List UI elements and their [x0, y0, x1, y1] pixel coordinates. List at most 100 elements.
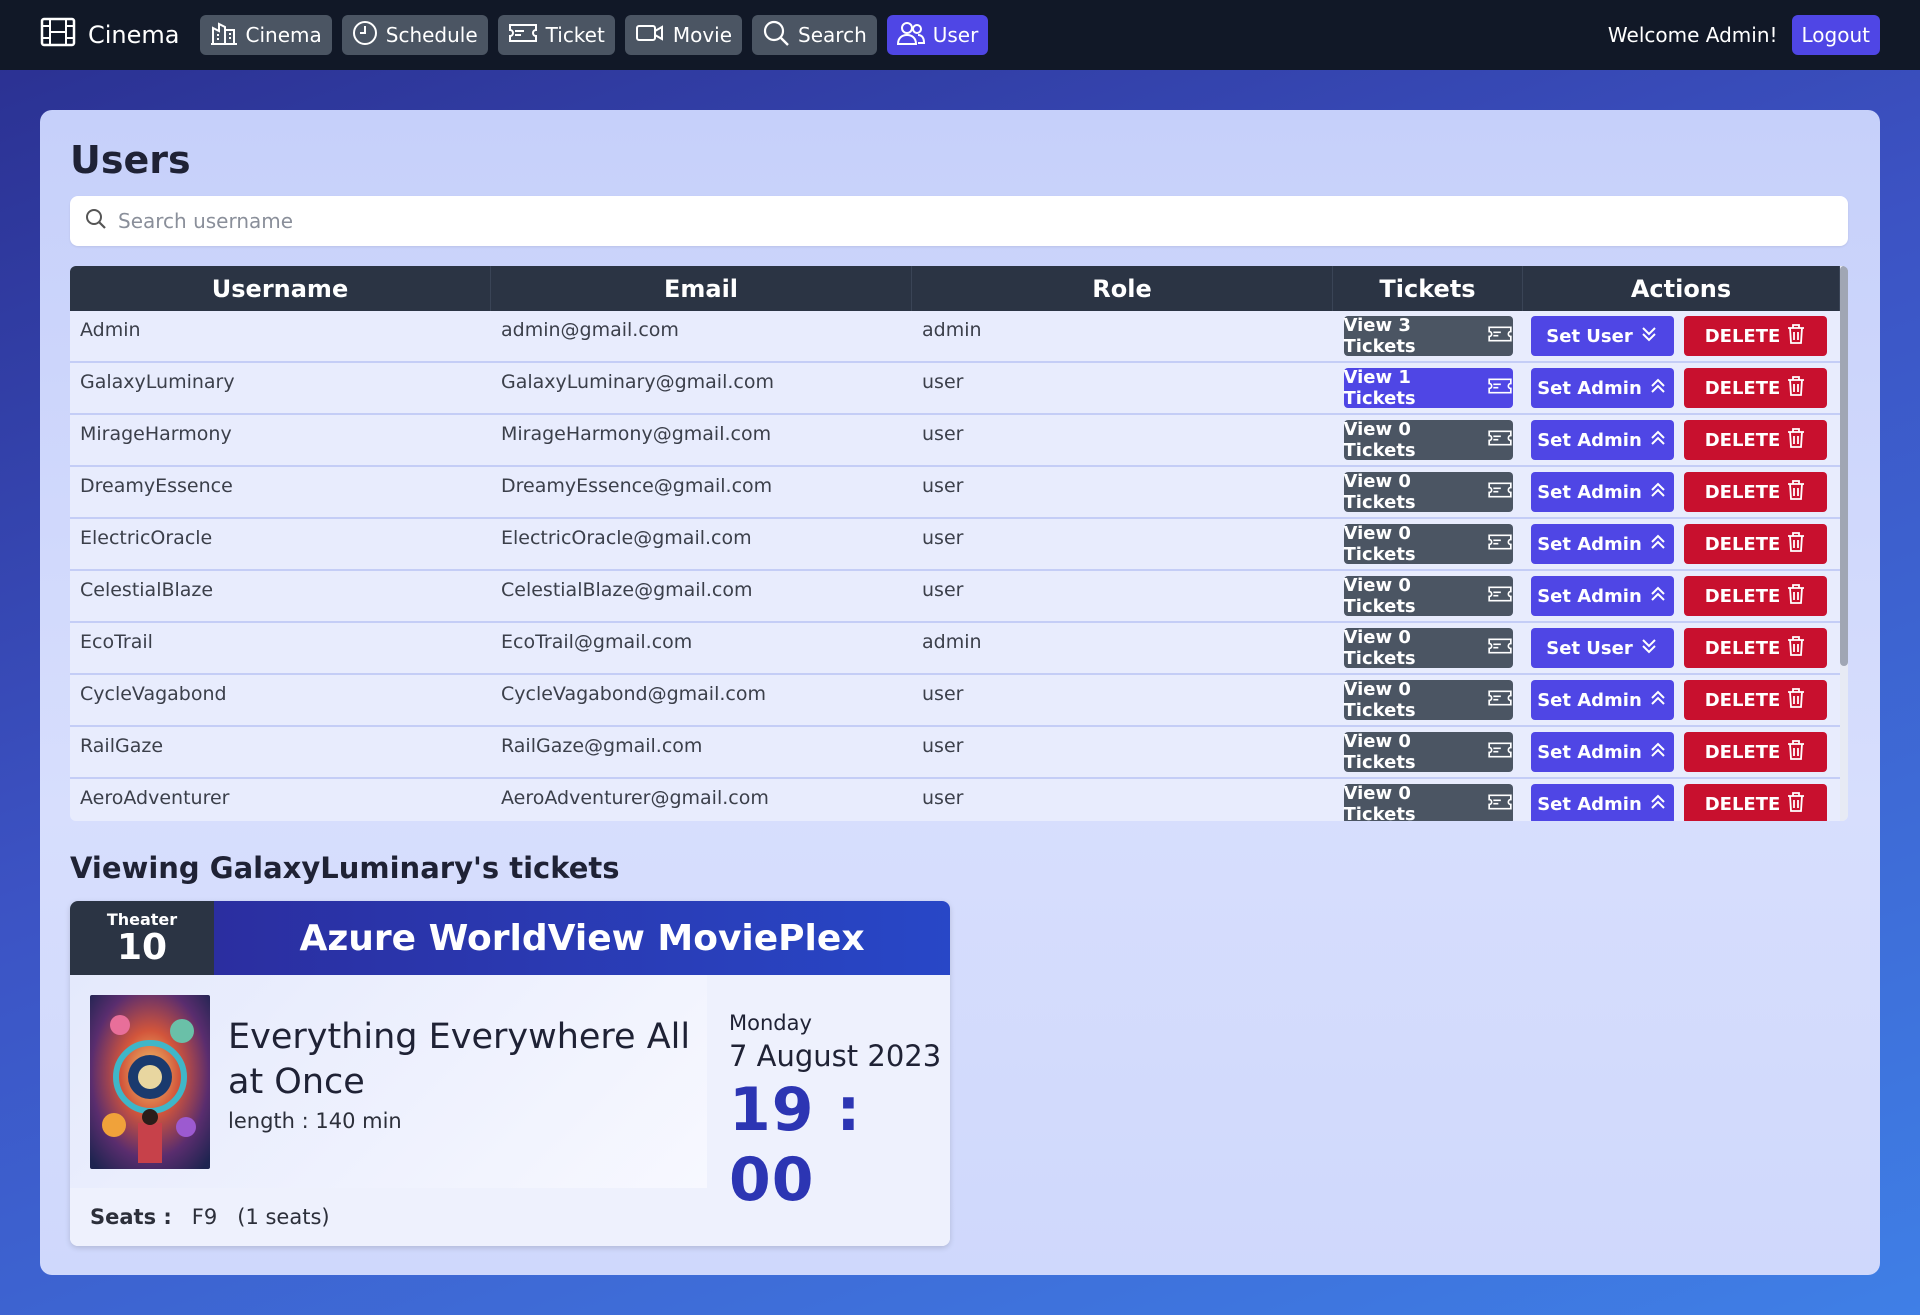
- welcome-text: Welcome Admin!: [1607, 23, 1778, 47]
- nav-movie[interactable]: Movie: [624, 15, 743, 55]
- cell-actions: Set Admin DELETE: [1523, 363, 1840, 413]
- view-tickets-button[interactable]: View 0 Tickets: [1343, 627, 1513, 669]
- nav-cinema[interactable]: Cinema: [199, 15, 332, 55]
- column-header-email: Email: [491, 266, 912, 311]
- showtime-section: Monday 7 August 2023 19 : 00: [707, 975, 950, 1215]
- nav-user[interactable]: User: [886, 15, 989, 55]
- ticket-icon: [1487, 324, 1513, 349]
- view-tickets-button[interactable]: View 0 Tickets: [1343, 783, 1513, 821]
- view-tickets-button[interactable]: View 0 Tickets: [1343, 575, 1513, 617]
- set-admin-button[interactable]: Set Admin: [1531, 732, 1674, 772]
- table-row: EcoTrail EcoTrail@gmail.com admin View 0 Ti…: [70, 623, 1848, 675]
- chevrons-up-icon: [1648, 584, 1668, 609]
- ticket-icon: [1487, 636, 1513, 661]
- logout-button[interactable]: Logout: [1791, 15, 1880, 55]
- view-tickets-button[interactable]: View 0 Tickets: [1343, 419, 1513, 461]
- set-admin-button[interactable]: Set Admin: [1531, 420, 1674, 460]
- table-row: RailGaze RailGaze@gmail.com user View 0 Tic…: [70, 727, 1848, 779]
- delete-label: DELETE: [1704, 533, 1781, 555]
- cell-tickets: View 0 Tickets: [1333, 623, 1523, 673]
- cell-role: user: [922, 371, 964, 393]
- set-admin-button[interactable]: Set Admin: [1531, 784, 1674, 821]
- set-admin-button[interactable]: Set Admin: [1531, 680, 1674, 720]
- delete-button[interactable]: DELETE: [1684, 420, 1827, 460]
- view-tickets-button[interactable]: View 1 Tickets: [1343, 367, 1513, 409]
- cell-tickets: View 0 Tickets: [1333, 571, 1523, 621]
- cell-actions: Set Admin DELETE: [1523, 675, 1840, 725]
- brand[interactable]: Cinema: [40, 17, 180, 53]
- trash-icon: [1786, 531, 1806, 558]
- delete-button[interactable]: DELETE: [1684, 316, 1827, 356]
- delete-button[interactable]: DELETE: [1684, 524, 1827, 564]
- show-date: 7 August 2023: [729, 1039, 942, 1073]
- delete-button[interactable]: DELETE: [1684, 628, 1827, 668]
- delete-label: DELETE: [1704, 429, 1781, 451]
- view-tickets-label: View 0 Tickets: [1343, 575, 1416, 617]
- view-tickets-button[interactable]: View 0 Tickets: [1343, 471, 1513, 513]
- view-tickets-label: View 0 Tickets: [1343, 419, 1416, 461]
- set-admin-button[interactable]: Set Admin: [1531, 576, 1674, 616]
- cell-actions: Set Admin DELETE: [1523, 519, 1840, 569]
- set-user-button[interactable]: Set User: [1531, 316, 1674, 356]
- table-row: CelestialBlaze CelestialBlaze@gmail.com us…: [70, 571, 1848, 623]
- search-box[interactable]: [70, 196, 1848, 246]
- table-row: MirageHarmony MirageHarmony@gmail.com user…: [70, 415, 1848, 467]
- scrollbar-thumb[interactable]: [1840, 266, 1848, 666]
- view-tickets-label: View 0 Tickets: [1343, 471, 1416, 513]
- set-admin-button[interactable]: Set Admin: [1531, 472, 1674, 512]
- delete-button[interactable]: DELETE: [1684, 680, 1827, 720]
- set-admin-button[interactable]: Set Admin: [1531, 368, 1674, 408]
- chevrons-up-icon: [1648, 792, 1668, 817]
- ticket-body: Everything Everywhere All at Once length…: [70, 975, 950, 1215]
- cell-tickets: View 0 Tickets: [1333, 675, 1523, 725]
- cell-actions: Set Admin DELETE: [1523, 571, 1840, 621]
- view-tickets-button[interactable]: View 0 Tickets: [1343, 679, 1513, 721]
- delete-label: DELETE: [1704, 793, 1781, 815]
- nav-movie-label: Movie: [672, 23, 733, 47]
- delete-button[interactable]: DELETE: [1684, 472, 1827, 512]
- role-action-label: Set User: [1546, 637, 1633, 659]
- view-tickets-label: View 0 Tickets: [1343, 783, 1416, 821]
- set-admin-button[interactable]: Set Admin: [1531, 524, 1674, 564]
- cell-role: user: [922, 683, 964, 705]
- delete-button[interactable]: DELETE: [1684, 368, 1827, 408]
- view-tickets-button[interactable]: View 0 Tickets: [1343, 523, 1513, 565]
- seats-label: Seats :: [90, 1205, 172, 1229]
- nav-search[interactable]: Search: [752, 15, 877, 55]
- view-tickets-button[interactable]: View 0 Tickets: [1343, 731, 1513, 773]
- nav-right: Welcome Admin! Logout: [1608, 15, 1920, 55]
- chevrons-down-icon: [1639, 636, 1659, 661]
- role-action-label: Set User: [1546, 325, 1633, 347]
- delete-button[interactable]: DELETE: [1684, 732, 1827, 772]
- venue-name: Azure WorldView MoviePlex: [214, 901, 950, 975]
- delete-label: DELETE: [1704, 637, 1781, 659]
- brand-label: Cinema: [88, 21, 180, 49]
- table-scrollbar[interactable]: [1840, 266, 1848, 821]
- film-icon: [40, 17, 88, 53]
- movie-length: length : 140 min: [228, 1109, 402, 1133]
- cell-tickets: View 1 Tickets: [1333, 363, 1523, 413]
- seat-list: F9: [191, 1205, 218, 1229]
- search-username-input[interactable]: [118, 209, 1818, 233]
- trash-icon: [1786, 323, 1806, 350]
- ticket-icon: [508, 21, 538, 50]
- delete-label: DELETE: [1704, 377, 1781, 399]
- role-action-label: Set Admin: [1537, 481, 1642, 503]
- table-row: AeroAdventurer AeroAdventurer@gmail.com us…: [70, 779, 1848, 821]
- delete-button[interactable]: DELETE: [1684, 576, 1827, 616]
- nav-schedule-label: Schedule: [385, 23, 478, 47]
- movie-info: Everything Everywhere All at Once length…: [228, 995, 698, 1188]
- ticket-header: Theater 10 Azure WorldView MoviePlex: [70, 901, 950, 975]
- ticket-icon: [1487, 688, 1513, 713]
- set-user-button[interactable]: Set User: [1531, 628, 1674, 668]
- cell-role: user: [922, 579, 964, 601]
- table-row: Admin admin@gmail.com admin View 3 Tickets S…: [70, 311, 1848, 363]
- role-action-label: Set Admin: [1537, 429, 1642, 451]
- view-tickets-button[interactable]: View 3 Tickets: [1343, 315, 1513, 357]
- table-row: DreamyEssence DreamyEssence@gmail.com user…: [70, 467, 1848, 519]
- nav-schedule[interactable]: Schedule: [341, 15, 488, 55]
- delete-button[interactable]: DELETE: [1684, 784, 1827, 821]
- cell-username: CycleVagabond: [80, 683, 227, 705]
- view-tickets-label: View 1 Tickets: [1343, 367, 1416, 409]
- nav-ticket[interactable]: Ticket: [497, 15, 615, 55]
